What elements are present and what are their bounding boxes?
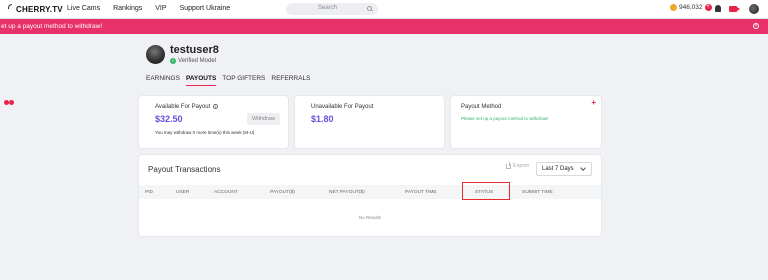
close-icon[interactable]: × xyxy=(753,23,759,29)
col-user[interactable]: USER xyxy=(176,190,189,195)
col-payout[interactable]: PAYOUT($) xyxy=(270,190,295,195)
transactions-title: Payout Transactions xyxy=(148,165,221,174)
tab-top-gifters[interactable]: TOP GIFTERS xyxy=(222,75,265,86)
coin-amount: 946,032 xyxy=(679,4,703,11)
check-icon: ✓ xyxy=(170,58,176,64)
info-icon[interactable]: i xyxy=(213,104,219,109)
add-coins-icon[interactable]: + xyxy=(704,4,712,11)
unavailable-payout-card: Unavailable For Payout $1.80 xyxy=(295,96,444,148)
add-payout-method-button[interactable]: + xyxy=(591,98,596,107)
available-payout-card: Available For Payout i $32.50 Withdraw Yo… xyxy=(139,96,288,148)
profile-username: testuser8 xyxy=(170,44,219,56)
payout-alert-banner: et up a payout method to withdraw! × xyxy=(0,19,768,34)
status-highlight-box xyxy=(462,182,510,200)
col-pid[interactable]: PID xyxy=(145,190,153,195)
search-input[interactable]: Search xyxy=(286,3,378,15)
alert-text: et up a payout method to withdraw! xyxy=(1,23,103,30)
date-range-select[interactable]: Last 7 Days xyxy=(536,162,592,176)
col-payout-time[interactable]: PAYOUT TIME xyxy=(405,190,437,195)
withdraw-limit-note: You may withdraw 0 more time(s) this wee… xyxy=(155,130,255,135)
cherry-icon xyxy=(4,4,14,105)
nav-live-cams[interactable]: Live Cams xyxy=(67,5,100,12)
nav-vip[interactable]: VIP xyxy=(155,5,166,12)
brand-name: CHERRY.TV xyxy=(16,4,63,14)
chevron-down-icon xyxy=(580,165,586,171)
tab-referrals[interactable]: REFERRALS xyxy=(271,75,310,86)
user-avatar[interactable] xyxy=(749,4,759,14)
nav-rankings[interactable]: Rankings xyxy=(113,5,142,12)
main-nav: Live Cams Rankings VIP Support Ukraine xyxy=(67,5,243,12)
payout-transactions-panel: Payout Transactions Export Last 7 Days P… xyxy=(139,155,601,236)
col-net-payout[interactable]: NET PAYOUT($) xyxy=(329,190,365,195)
withdraw-button[interactable]: Withdraw xyxy=(247,113,280,125)
profile-avatar xyxy=(146,45,165,64)
table-header: PID USER ACCOUNT PAYOUT($) NET PAYOUT($)… xyxy=(139,185,601,199)
search-placeholder: Search xyxy=(318,5,338,11)
export-button[interactable]: Export xyxy=(506,161,529,169)
available-amount: $32.50 xyxy=(155,114,183,124)
unavailable-label: Unavailable For Payout xyxy=(311,104,374,110)
payout-method-note: Please set up a payout method to withdra… xyxy=(461,116,549,121)
bell-icon[interactable] xyxy=(715,5,721,12)
camera-icon[interactable] xyxy=(729,6,740,12)
empty-state: No Results xyxy=(358,215,381,220)
col-submit-time[interactable]: SUBMIT TIME xyxy=(522,190,553,195)
search-icon xyxy=(367,6,372,11)
verified-label: Verified Model xyxy=(178,58,217,64)
tab-payouts[interactable]: PAYOUTS xyxy=(185,75,217,86)
unavailable-amount: $1.80 xyxy=(311,114,334,124)
date-range-value: Last 7 Days xyxy=(542,166,574,172)
tab-earnings[interactable]: EARNINGS xyxy=(146,75,180,86)
coin-balance[interactable]: 946,032 + xyxy=(670,4,712,11)
verified-badge: ✓ Verified Model xyxy=(170,58,216,64)
logo[interactable]: CHERRY.TV xyxy=(4,4,63,105)
export-label: Export xyxy=(513,163,529,169)
nav-support-ukraine[interactable]: Support Ukraine xyxy=(180,5,231,12)
available-label: Available For Payout xyxy=(155,104,211,111)
payout-method-label: Payout Method xyxy=(461,104,502,110)
payout-method-card: Payout Method Please set up a payout met… xyxy=(451,96,601,148)
top-nav: CHERRY.TV Live Cams Rankings VIP Support… xyxy=(0,0,768,105)
profile-tabs: EARNINGS PAYOUTS TOP GIFTERS REFERRALS xyxy=(146,75,316,86)
coin-icon xyxy=(670,4,677,11)
col-account[interactable]: ACCOUNT xyxy=(214,190,238,195)
available-label-row: Available For Payout i xyxy=(155,104,219,111)
export-icon xyxy=(506,161,511,169)
